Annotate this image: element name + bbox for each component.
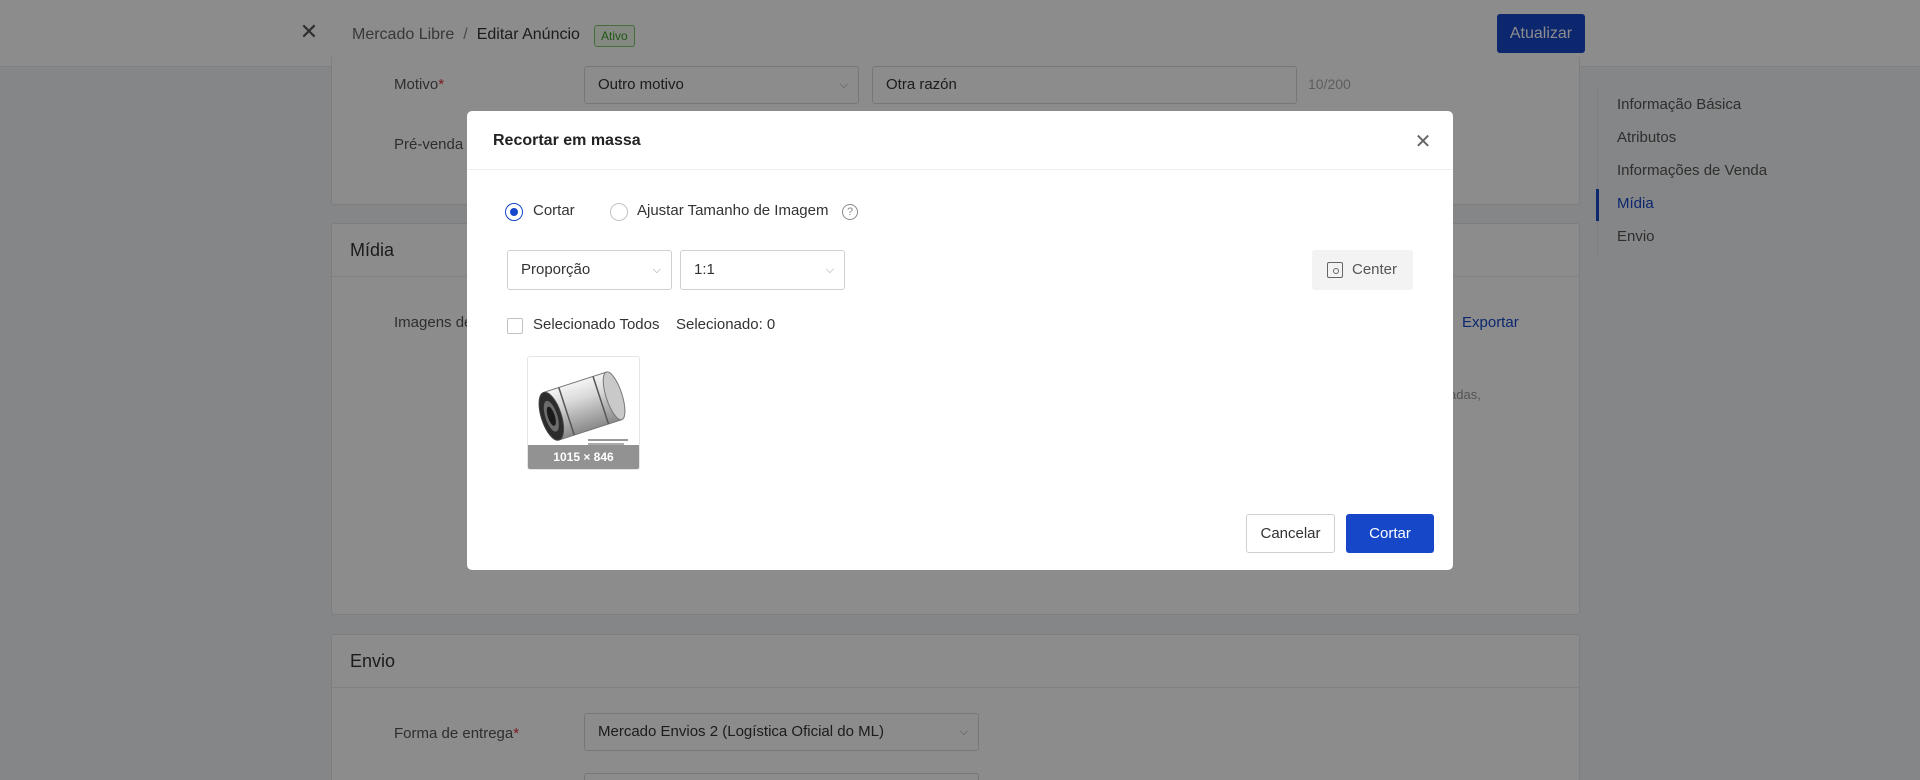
image-dimensions: 1015 × 846 (528, 445, 639, 469)
cancel-button[interactable]: Cancelar (1246, 514, 1335, 553)
center-button[interactable]: Center (1312, 250, 1413, 290)
chevron-down-icon: ⌵ (652, 264, 661, 276)
chevron-down-icon: ⌵ (825, 264, 834, 276)
image-thumbnail[interactable]: 1015 × 846 (527, 356, 640, 470)
ratio-select[interactable]: 1:1 ⌵ (680, 250, 845, 290)
ratio-type-select[interactable]: Proporção ⌵ (507, 250, 672, 290)
question-circle-icon[interactable]: ? (842, 204, 858, 220)
bulk-crop-dialog: Recortar em massa ✕ Cortar Ajustar Taman… (467, 111, 1453, 570)
selected-count: Selecionado: 0 (676, 316, 776, 333)
ratio-type-value: Proporção (521, 261, 591, 278)
select-all-checkbox[interactable] (507, 318, 523, 334)
resize-mode-label[interactable]: Ajustar Tamanho de Imagem (637, 202, 829, 219)
center-button-label: Center (1352, 261, 1398, 278)
crop-mode-label[interactable]: Cortar (533, 202, 575, 219)
focus-center-icon (1327, 262, 1343, 278)
close-icon[interactable]: ✕ (1414, 132, 1432, 152)
select-all-label[interactable]: Selecionado Todos (533, 316, 660, 333)
crop-mode-radio[interactable] (505, 203, 523, 221)
dialog-title: Recortar em massa (493, 132, 641, 149)
crop-button[interactable]: Cortar (1346, 514, 1434, 553)
ratio-value: 1:1 (694, 261, 715, 278)
dialog-header: Recortar em massa ✕ (467, 111, 1453, 170)
resize-mode-radio[interactable] (610, 203, 628, 221)
